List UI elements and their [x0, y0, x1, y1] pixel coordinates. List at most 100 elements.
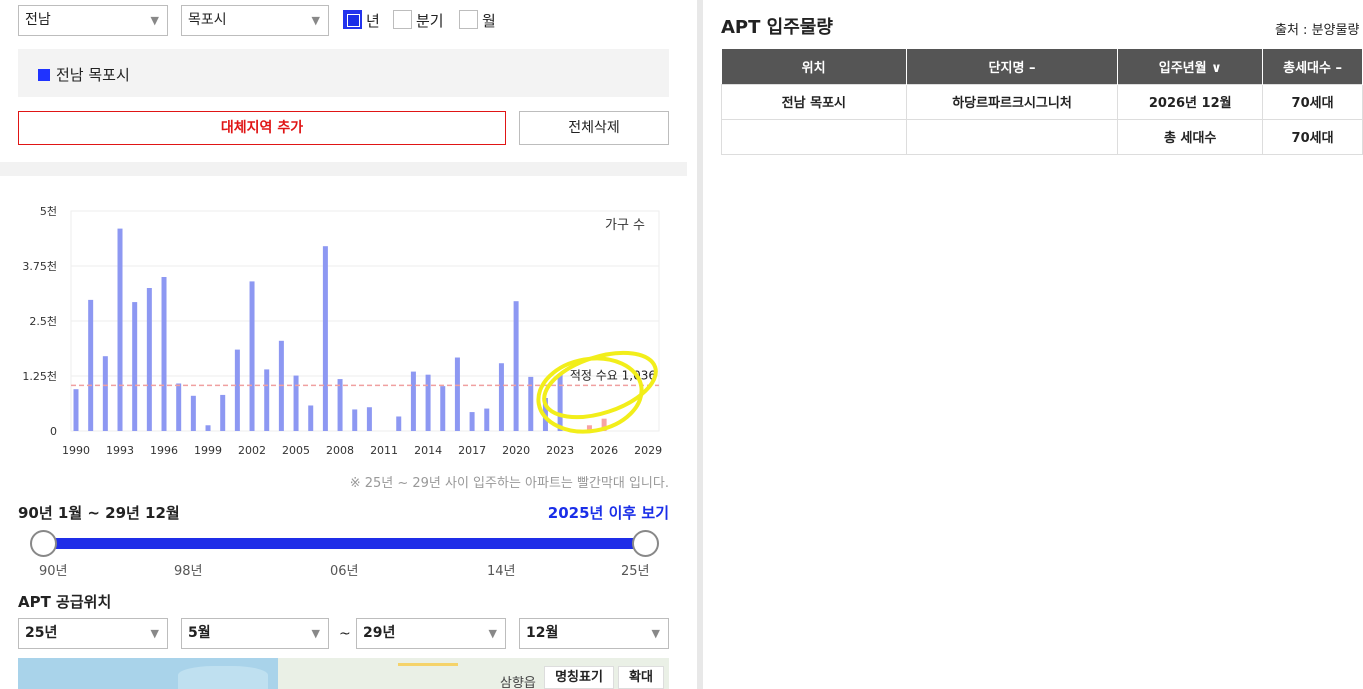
bar: [293, 375, 299, 431]
location-map[interactable]: 삼향읍 명칭표기 확대: [18, 658, 669, 689]
y-tick-label: 2.5천: [29, 314, 57, 328]
chevron-down-icon: ▼: [651, 627, 660, 640]
supply-location-title: APT 공급위치: [18, 593, 112, 611]
from-month-select[interactable]: 5월 ▼: [181, 618, 329, 649]
chevron-down-icon: ▼: [488, 627, 497, 640]
bar: [249, 281, 255, 431]
bar: [469, 412, 475, 431]
from-month-value: 5월: [188, 625, 211, 641]
bar: [322, 246, 328, 431]
apt-table: 위치 단지명 – 입주년월 ∨ 총세대수 – 전남 목포시 하당르파르크시그니처…: [721, 49, 1363, 155]
checkbox-month[interactable]: [459, 10, 478, 29]
x-tick-label: 1996: [150, 444, 178, 457]
col-complex[interactable]: 단지명 –: [906, 49, 1119, 84]
bar: [366, 407, 372, 431]
x-tick-label: 2008: [326, 444, 354, 457]
bar: [117, 228, 123, 431]
bar: [161, 277, 167, 431]
cell-location: 전남 목포시: [721, 83, 907, 120]
map-water: [178, 666, 268, 689]
from-year-value: 25년: [25, 625, 58, 641]
x-tick-label: 2029: [634, 444, 662, 457]
bar: [484, 408, 490, 431]
to-year-select[interactable]: 29년 ▼: [356, 618, 506, 649]
x-tick-label: 1993: [106, 444, 134, 457]
x-tick-label: 1990: [62, 444, 90, 457]
bar: [102, 356, 108, 431]
checkbox-month-label: 월: [482, 12, 496, 30]
to-month-select[interactable]: 12월 ▼: [519, 618, 669, 649]
cell-empty: [905, 118, 1119, 155]
bar: [205, 425, 211, 431]
cell-complex: 하당르파르크시그니처: [905, 83, 1119, 120]
reference-label: 적정 수요 1,036: [570, 368, 656, 382]
cell-households: 70세대: [1262, 83, 1363, 120]
province-select[interactable]: 전남 ▼: [18, 5, 168, 36]
range-tick: 90년: [39, 564, 68, 579]
y-tick-label: 3.75천: [22, 259, 57, 273]
range-tick: 25년: [621, 564, 650, 579]
bar: [190, 395, 196, 431]
chart-svg: 5천 3.75천 2.5천 1.25천 0 적정 수요 1,036 가구 수 1990 1993…: [22, 204, 662, 457]
col-households[interactable]: 총세대수 –: [1262, 49, 1363, 84]
map-name-toggle-button[interactable]: 명칭표기: [544, 666, 614, 689]
section-divider: [0, 162, 687, 176]
bar: [352, 409, 358, 431]
selected-region-box: 전남 목포시: [18, 49, 669, 97]
table-row: 전남 목포시 하당르파르크시그니처 2026년 12월 70세대: [721, 83, 1363, 120]
bar: [88, 299, 94, 431]
map-place-label: 삼향읍: [500, 676, 536, 689]
checkbox-year-label: 년: [366, 12, 380, 30]
chevron-down-icon: ▼: [311, 14, 320, 27]
city-value: 목포시: [188, 12, 227, 28]
x-tick-label: 2011: [370, 444, 398, 457]
checkbox-quarter[interactable]: [393, 10, 412, 29]
supply-chart: 5천 3.75천 2.5천 1.25천 0 적정 수요 1,036 가구 수 1990 1993…: [0, 190, 687, 465]
bar: [513, 301, 519, 431]
range-separator: ~: [339, 626, 351, 642]
cell-empty: [721, 118, 907, 155]
x-tick-label: 1999: [194, 444, 222, 457]
add-region-button[interactable]: 대체지역 추가: [18, 111, 506, 145]
range-slider-start-handle[interactable]: [30, 530, 57, 557]
cell-total-label: 총 세대수: [1117, 118, 1264, 155]
cell-move-in: 2026년 12월: [1117, 83, 1264, 120]
range-tick: 06년: [330, 564, 359, 579]
bar: [176, 383, 182, 431]
x-tick-label: 2020: [502, 444, 530, 457]
map-road: [398, 658, 458, 666]
from-year-select[interactable]: 25년 ▼: [18, 618, 168, 649]
checkbox-quarter-label: 분기: [416, 12, 444, 30]
col-location[interactable]: 위치: [721, 49, 907, 84]
region-color-swatch: [38, 69, 50, 81]
map-zoom-button[interactable]: 확대: [618, 666, 664, 689]
cell-total-value: 70세대: [1262, 118, 1363, 155]
chevron-down-icon: ▼: [150, 627, 159, 640]
city-select[interactable]: 목포시 ▼: [181, 5, 329, 36]
after-2025-link[interactable]: 2025년 이후 보기: [548, 502, 669, 523]
left-panel: 전남 ▼ 목포시 ▼ 년 분기 월 전남 목포시 대체지역 추가 전체삭제 5천…: [0, 0, 687, 689]
x-tick-label: 2005: [282, 444, 310, 457]
x-tick-label: 2002: [238, 444, 266, 457]
range-tick: 14년: [487, 564, 516, 579]
bar: [396, 416, 402, 431]
bar: [132, 302, 138, 431]
checkbox-year[interactable]: [343, 10, 362, 29]
range-slider-end-handle[interactable]: [632, 530, 659, 557]
x-tick-label: 2023: [546, 444, 574, 457]
bar: [264, 369, 270, 431]
to-month-value: 12월: [526, 625, 559, 641]
col-move-in[interactable]: 입주년월 ∨: [1117, 49, 1264, 84]
to-year-value: 29년: [363, 625, 396, 641]
delete-all-button[interactable]: 전체삭제: [519, 111, 669, 145]
range-slider-track[interactable]: [43, 538, 646, 549]
x-tick-label: 2017: [458, 444, 486, 457]
bar: [308, 405, 314, 431]
range-title: 90년 1월 ~ 29년 12월: [18, 504, 180, 522]
province-value: 전남: [25, 12, 51, 28]
bar: [337, 379, 343, 431]
selected-region-label: 전남 목포시: [56, 66, 130, 84]
table-header-row: 위치 단지명 – 입주년월 ∨ 총세대수 –: [721, 49, 1363, 84]
bar: [425, 374, 431, 431]
chevron-down-icon: ▼: [150, 14, 159, 27]
